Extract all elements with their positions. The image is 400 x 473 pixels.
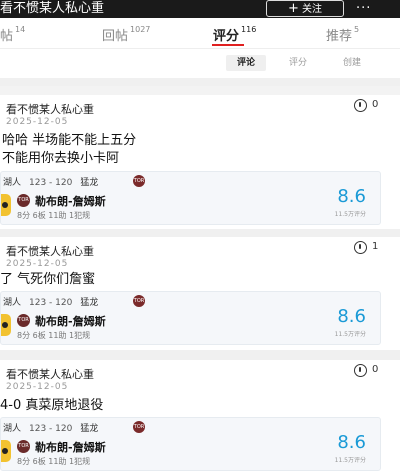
player-name: 勒布朗-詹姆斯 [35,195,106,208]
game-rating-box[interactable]: 湖人 123 - 120 猛龙 TOR TOR 勒布朗-詹姆斯 8分 6板 11助 … [0,291,381,345]
team-badge-icon: TOR [17,314,30,327]
comment-line: 了 气死你们詹蜜 [0,272,96,287]
comment-card[interactable]: 看不惯某人私心重 2025-12-05 1 了 气死你们詹蜜 湖人 123 - 1… [0,237,400,350]
rating-score: 8.6 [337,186,366,207]
subtab-ratings[interactable]: 评分 [278,55,318,71]
player-stats: 8分 6板 11助 1犯规 [17,331,91,340]
tab-recommend[interactable]: 推荐 5 [326,25,359,44]
player-stats: 8分 6板 11助 1犯规 [17,211,91,220]
more-icon[interactable]: ··· [356,0,371,17]
player-avatar [1,440,11,462]
rating-count: 11.5万评分 [334,211,366,218]
comment-date: 2025-12-05 [6,382,69,392]
follow-button[interactable]: + 关注 [266,0,344,17]
divider [0,350,400,360]
game-rating-box[interactable]: 湖人 123 - 120 猛龙 TOR TOR 勒布朗-詹姆斯 8分 6板 11助 … [0,417,381,471]
player-name: 勒布朗-詹姆斯 [35,315,106,328]
game-score: 123 - 120 [29,178,73,188]
tab-count: 14 [15,25,26,34]
player-name: 勒布朗-詹姆斯 [35,441,106,454]
reply-count: 0 [372,364,379,375]
reply-count: 1 [372,241,379,252]
game-score: 123 - 120 [29,424,73,434]
active-tab-indicator [212,44,244,46]
player-stats: 8分 6板 11助 1犯规 [17,457,91,466]
comment-date: 2025-12-05 [6,259,69,269]
away-team: 猛龙 [80,424,99,434]
comment-date: 2025-12-05 [6,117,69,127]
reply-count-icon[interactable] [354,99,367,112]
home-team: 湖人 [3,424,22,434]
rating-count: 11.5万评分 [334,331,366,338]
divider [0,229,400,237]
page-title: 看不惯某人私心重 [0,1,105,16]
reply-count-icon[interactable] [354,364,367,377]
comment-card[interactable]: 看不惯某人私心重 2025-12-05 0 4-0 真菜原地退役 湖人 123 -… [0,360,400,473]
comment-card[interactable]: 看不惯某人私心重 2025-12-05 0 哈哈 半场能不能上五分 不能用你去换… [0,95,400,229]
game-teams: 湖人 123 - 120 猛龙 [3,295,98,308]
away-team: 猛龙 [80,298,99,308]
tab-label: 主帖 [0,29,14,44]
home-team: 湖人 [3,298,22,308]
tab-ratings[interactable]: 评分 116 [213,25,256,44]
tab-label: 回帖 [102,29,129,44]
team-logo-icon: TOR [133,175,145,187]
tab-count: 116 [241,25,257,34]
divider [0,78,400,86]
tab-main-posts[interactable]: 主帖14 [0,25,25,44]
team-badge-icon: TOR [17,440,30,453]
game-score: 123 - 120 [29,298,73,308]
reply-count: 0 [372,99,379,110]
player-avatar [1,314,11,336]
divider [0,86,400,94]
tab-replies[interactable]: 回帖 1027 [102,25,150,44]
game-teams: 湖人 123 - 120 猛龙 [3,421,98,434]
tab-label: 推荐 [326,29,353,44]
tab-count: 5 [354,25,360,34]
tab-label: 评分 [213,29,240,44]
game-rating-box[interactable]: 湖人 123 - 120 猛龙 TOR TOR 勒布朗-詹姆斯 8分 6板 11助 … [0,171,381,225]
username[interactable]: 看不惯某人私心重 [6,243,94,259]
team-logo-icon: TOR [133,295,145,307]
comment-line: 不能用你去换小卡阿 [2,151,120,166]
follow-label: 关注 [301,4,322,15]
top-bar: 看不惯某人私心重 + 关注 ··· [0,0,400,18]
reply-count-icon[interactable] [354,241,367,254]
away-team: 猛龙 [80,178,99,188]
rating-score: 8.6 [337,306,366,327]
subtab-comments[interactable]: 评论 [226,55,266,71]
player-avatar [1,194,11,216]
subtab-created[interactable]: 创建 [332,55,372,71]
team-logo-icon: TOR [133,421,145,433]
plus-icon: + [288,1,299,16]
team-badge-icon: TOR [17,194,30,207]
tab-count: 1027 [130,25,151,34]
rating-count: 11.5万评分 [334,457,366,464]
comment-line: 4-0 真菜原地退役 [0,398,104,413]
comment-line: 哈哈 半场能不能上五分 [2,133,137,148]
game-teams: 湖人 123 - 120 猛龙 [3,175,98,188]
username[interactable]: 看不惯某人私心重 [6,366,94,382]
home-team: 湖人 [3,178,22,188]
username[interactable]: 看不惯某人私心重 [6,101,94,117]
main-tabs: 主帖14 回帖1027 评分116 推荐5 [0,18,400,48]
rating-score: 8.6 [337,432,366,453]
sort-tabs: 评论 评分 创建 [0,48,400,78]
